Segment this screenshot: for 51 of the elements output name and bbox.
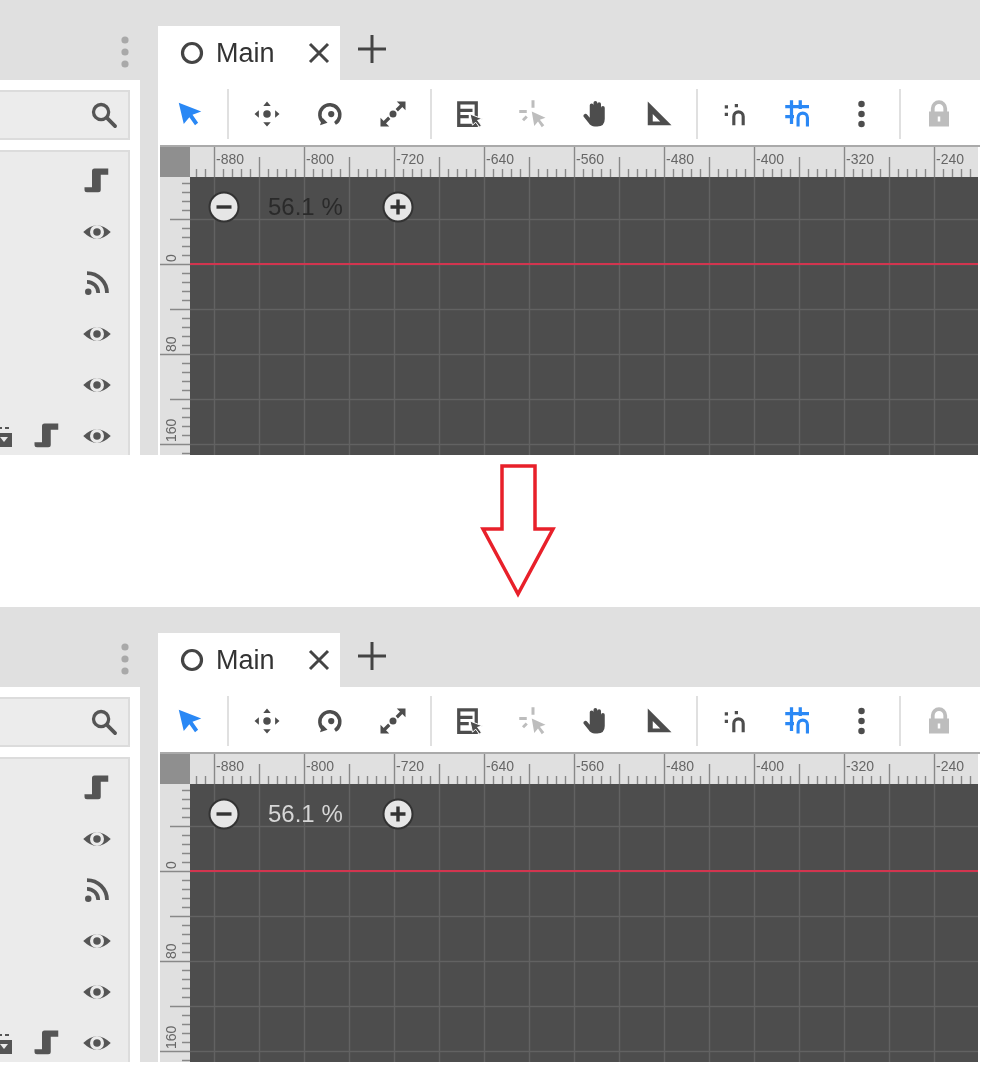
rss-icon — [82, 875, 112, 905]
ruler-label: 160 — [163, 1025, 179, 1049]
ruler-label: -480 — [666, 151, 695, 167]
search-icon[interactable] — [90, 708, 118, 736]
ruler-label: -880 — [216, 758, 245, 774]
search-field[interactable] — [0, 697, 130, 747]
ruler-label: 80 — [163, 336, 179, 352]
zoom-in-button[interactable] — [382, 798, 414, 830]
ruler-label: 0 — [163, 861, 179, 869]
ruler-label: -560 — [576, 758, 605, 774]
ruler-label: -320 — [846, 758, 875, 774]
zoom-out-button[interactable] — [208, 191, 240, 223]
ruler-label: -480 — [666, 758, 695, 774]
grip-icon[interactable] — [120, 643, 130, 675]
ruler-label: -800 — [306, 151, 335, 167]
document-tab[interactable]: Main — [158, 633, 340, 687]
zoom-level: 56.1 % — [268, 193, 343, 221]
ruler-label: -240 — [936, 758, 965, 774]
ruler-label: 0 — [163, 254, 179, 262]
ruler-label: 80 — [163, 943, 179, 959]
ruler-label: -720 — [396, 758, 425, 774]
search-icon[interactable] — [90, 101, 118, 129]
close-icon[interactable] — [308, 42, 330, 64]
down-arrow-icon — [479, 464, 557, 598]
zoom-in-button[interactable] — [382, 191, 414, 223]
ruler-label: -400 — [756, 151, 785, 167]
ruler-label: -640 — [486, 151, 515, 167]
zoom-out-button[interactable] — [208, 798, 240, 830]
ruler-label: -560 — [576, 151, 605, 167]
ruler-label: -720 — [396, 151, 425, 167]
ruler-corner — [160, 754, 190, 784]
search-field[interactable] — [0, 90, 130, 140]
close-icon[interactable] — [308, 649, 330, 671]
circle-icon — [180, 648, 204, 672]
grip-icon[interactable] — [120, 36, 130, 68]
ruler-label: -880 — [216, 151, 245, 167]
rss-icon — [82, 268, 112, 298]
tab-label[interactable]: Main — [216, 644, 275, 676]
ruler-label: -240 — [936, 151, 965, 167]
ruler-label: -800 — [306, 758, 335, 774]
zoom-level: 56.1 % — [268, 800, 343, 828]
add-tab-icon[interactable] — [358, 35, 386, 63]
ruler-label: -400 — [756, 758, 785, 774]
tab-label[interactable]: Main — [216, 37, 275, 69]
ruler-corner — [160, 147, 190, 177]
circle-icon — [180, 41, 204, 65]
ruler-label: 160 — [163, 418, 179, 442]
document-tab[interactable]: Main — [158, 26, 340, 80]
ruler-label: -320 — [846, 151, 875, 167]
add-tab-icon[interactable] — [358, 642, 386, 670]
ruler-label: -640 — [486, 758, 515, 774]
